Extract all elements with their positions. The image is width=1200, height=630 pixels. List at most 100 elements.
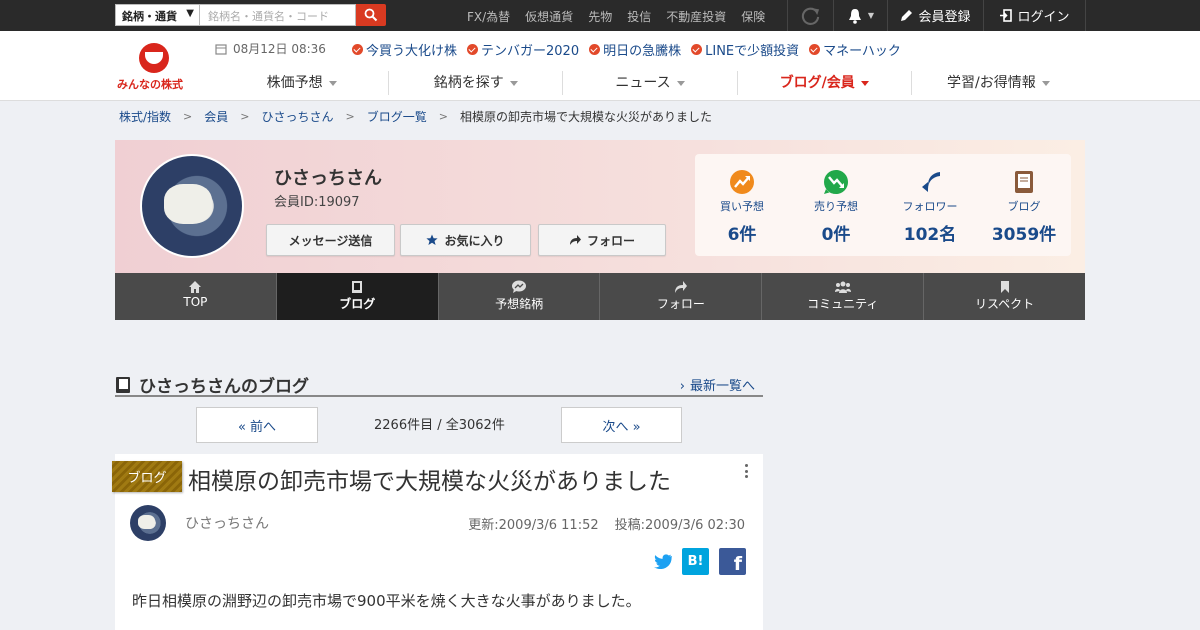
tab-follow[interactable]: フォロー [599, 273, 761, 320]
next-label: 次へ » [602, 419, 641, 435]
stat-value: 3059件 [991, 225, 1057, 245]
latest-list-label: 最新一覧へ [689, 379, 755, 394]
breadcrumb-current: 相模原の卸売市場で大規模な火災がありました [459, 110, 712, 124]
reload-button[interactable] [787, 0, 833, 31]
share-arrow-icon [569, 235, 581, 245]
follow-label: フォロー [586, 233, 635, 248]
follow-button[interactable]: フォロー [538, 224, 666, 256]
stat-label: ブログ [1007, 200, 1041, 213]
pager-info: 2266件目 / 全3062件 [374, 418, 505, 433]
main-nav: 株価予想 銘柄を探す ニュース ブログ/会員 学習/お得情報 [215, 71, 1085, 95]
favorite-button[interactable]: お気に入り [400, 224, 531, 256]
breadcrumb-item[interactable]: ひさっちさん [262, 108, 334, 125]
chevron-right-icon: > [438, 110, 448, 123]
login-button[interactable]: ログイン [983, 0, 1086, 31]
book-icon [352, 281, 363, 293]
search-type-select[interactable]: 銘柄・通貨 ▼ [115, 4, 200, 26]
tab-label: リスペクト [974, 297, 1035, 311]
prev-button[interactable]: « 前へ [196, 407, 318, 443]
bell-icon [848, 8, 861, 24]
top-nav-realestate[interactable]: 不動産投資 [666, 8, 726, 25]
profile-tabs: TOP ブログ 予想銘柄 フォロー コミュニティ リスペクト [115, 273, 1085, 320]
tab-forecast-stocks[interactable]: 予想銘柄 [437, 273, 600, 320]
main-nav-learn[interactable]: 学習/お得情報 [910, 71, 1085, 95]
search-button[interactable] [356, 4, 386, 26]
prev-label: « 前へ [237, 419, 277, 435]
logo-face-icon [139, 43, 169, 73]
chevron-down-icon [328, 80, 337, 86]
users-icon [834, 281, 851, 293]
top-nav: FX/為替 仮想通貨 先物 投信 不動産投資 保険 [467, 8, 780, 25]
send-message-button[interactable]: メッセージ送信 [266, 224, 395, 256]
post-author-avatar[interactable] [130, 505, 166, 541]
stat-followers[interactable]: フォロワー 102名 [883, 154, 977, 256]
notification-button[interactable]: ▼ [833, 0, 887, 31]
top-nav-futures[interactable]: 先物 [588, 8, 612, 25]
top-nav-crypto[interactable]: 仮想通貨 [525, 8, 573, 25]
chevron-right-icon: > [183, 110, 193, 123]
register-label: 会員登録 [918, 10, 971, 25]
main-nav-label: ニュース [615, 75, 671, 91]
tab-blog[interactable]: ブログ [275, 273, 438, 320]
facebook-button[interactable]: f [719, 548, 746, 575]
star-icon [426, 234, 439, 245]
tab-label: ブログ [339, 297, 376, 311]
stat-blogs[interactable]: ブログ 3059件 [977, 154, 1071, 256]
main-nav-search[interactable]: 銘柄を探す [388, 71, 562, 95]
main-nav-blog[interactable]: ブログ/会員 [736, 71, 911, 95]
top-nav-insurance[interactable]: 保険 [741, 8, 765, 25]
header-date: 08月12日 08:36 [215, 40, 326, 57]
breadcrumb-item[interactable]: 会員 [204, 108, 228, 125]
favorite-label: お気に入り [444, 233, 505, 248]
stat-value: 0件 [821, 225, 851, 245]
chevron-down-icon [860, 80, 869, 86]
quick-link[interactable]: 今買う大化け株 [352, 40, 457, 59]
post-dates: 更新:2009/3/6 11:52 投稿:2009/3/6 02:30 [468, 514, 745, 533]
chevron-down-icon [1041, 80, 1050, 86]
blog-post: ブログ 相模原の卸売市場で大規模な火災がありました ひさっちさん 更新:2009… [112, 454, 763, 630]
quick-link[interactable]: テンバガー2020 [467, 40, 579, 59]
pencil-icon [901, 10, 913, 21]
tab-community[interactable]: コミュニティ [761, 273, 923, 320]
breadcrumb-item[interactable]: ブログ一覧 [367, 108, 427, 125]
chevron-right-icon: › [679, 379, 685, 394]
quick-link-label: テンバガー2020 [481, 44, 580, 59]
site-logo[interactable]: みんなの株式 [117, 41, 193, 93]
hatena-bookmark-button[interactable]: B! [682, 548, 709, 575]
check-circle-icon [352, 44, 363, 55]
quick-link[interactable]: 明日の急騰株 [589, 40, 681, 59]
breadcrumb-item[interactable]: 株式/指数 [119, 108, 171, 125]
blog-section-title: ひさっちさんのブログ [115, 372, 309, 397]
main-nav-news[interactable]: ニュース [562, 71, 736, 95]
top-nav-funds[interactable]: 投信 [627, 8, 651, 25]
search-input[interactable]: 銘柄名・通貨名・コード [200, 4, 356, 26]
main-nav-forecast[interactable]: 株価予想 [215, 71, 388, 95]
post-posted: 投稿:2009/3/6 02:30 [614, 518, 745, 533]
post-updated: 更新:2009/3/6 11:52 [468, 518, 599, 533]
quick-link-label: 明日の急騰株 [603, 44, 682, 59]
breadcrumb: 株式/指数 > 会員 > ひさっちさん > ブログ一覧 > 相模原の卸売市場で大… [119, 108, 712, 125]
twitter-icon[interactable] [654, 554, 672, 569]
book-icon [116, 376, 130, 393]
quick-link[interactable]: LINEで少額投資 [691, 40, 799, 59]
quick-link-label: LINEで少額投資 [705, 44, 800, 59]
next-button[interactable]: 次へ » [561, 407, 682, 443]
top-nav-fx[interactable]: FX/為替 [467, 8, 510, 25]
quick-link[interactable]: マネーハック [809, 40, 901, 59]
reload-icon [801, 7, 820, 25]
stat-sell-forecast[interactable]: 売り予想 0件 [789, 154, 883, 256]
login-label: ログイン [1017, 10, 1070, 25]
tab-respect[interactable]: リスペクト [923, 273, 1085, 320]
post-menu-button[interactable] [744, 464, 748, 478]
profile-member-id: 会員ID:19097 [274, 195, 360, 210]
chevron-down-icon: ▼ [867, 11, 875, 20]
tab-top[interactable]: TOP [115, 273, 276, 320]
register-button[interactable]: 会員登録 [887, 0, 983, 31]
search-type-label: 銘柄・通貨 [122, 10, 177, 23]
chevron-down-icon [676, 80, 685, 86]
latest-list-link[interactable]: › 最新一覧へ [680, 375, 755, 394]
bookmark-icon [1000, 281, 1009, 293]
stat-label: 売り予想 [814, 200, 858, 213]
post-author[interactable]: ひさっちさん [185, 513, 269, 533]
stat-buy-forecast[interactable]: 買い予想 6件 [695, 154, 789, 256]
